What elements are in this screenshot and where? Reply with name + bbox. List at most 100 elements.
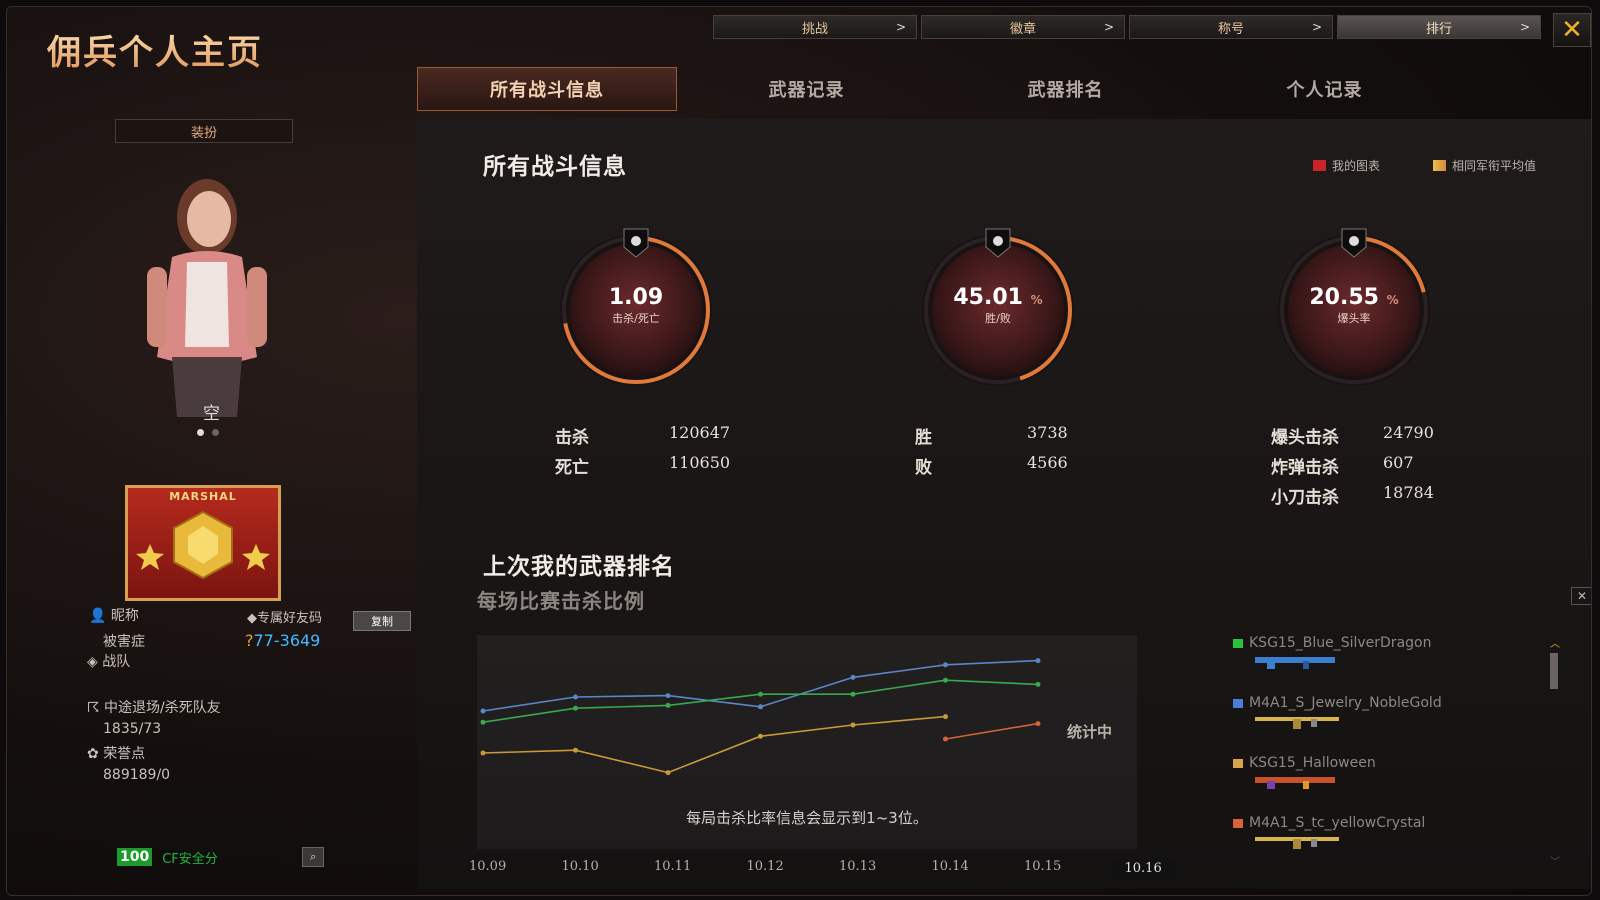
legend-label: 我的图表 bbox=[1332, 159, 1381, 173]
shotgun-icon bbox=[1255, 777, 1335, 789]
legend-swatch bbox=[1233, 698, 1243, 708]
x-tick-label: 10.12 bbox=[746, 859, 784, 874]
losses-row: 败 4566 bbox=[915, 453, 1068, 478]
overview-title: 所有战斗信息 bbox=[483, 154, 627, 180]
pager-dot[interactable] bbox=[197, 429, 204, 436]
safety-score-bar: 100 CF安全分 ⌕ bbox=[117, 847, 325, 867]
quit-value: 1835/73 bbox=[103, 721, 162, 737]
tab-bar: 所有战斗信息 武器记录 武器排名 个人记录 bbox=[417, 67, 1454, 111]
nav-ranking-button[interactable]: 排行 > bbox=[1337, 15, 1541, 39]
series-line bbox=[945, 722, 1039, 740]
nav-title-button[interactable]: 称号 > bbox=[1129, 15, 1333, 39]
nav-badge-button[interactable]: 徽章 > bbox=[921, 15, 1125, 39]
tab-weapon-record[interactable]: 武器记录 bbox=[677, 67, 936, 111]
quit-row: ☈ 中途退场/杀死队友 bbox=[87, 697, 221, 717]
user-icon: 👤 bbox=[89, 608, 107, 624]
stat-value: 120647 bbox=[669, 423, 731, 442]
stat-label: 炸弹击杀 bbox=[1271, 458, 1339, 478]
winrate-label: 胜/败 bbox=[985, 312, 1011, 325]
headshot-value: 20.55 % bbox=[1269, 285, 1439, 310]
stat-value: 110650 bbox=[669, 453, 731, 472]
window-title: 佣兵个人主页 bbox=[47, 25, 263, 74]
help-icon[interactable]: ? bbox=[245, 631, 254, 650]
weapon-name: KSG15_Halloween bbox=[1249, 755, 1376, 771]
x-tick-label: 10.15 bbox=[1024, 859, 1062, 874]
stat-value: 4566 bbox=[1027, 453, 1068, 472]
x-tick-label: 10.14 bbox=[931, 859, 969, 874]
copy-friend-code-button[interactable]: 复制 bbox=[353, 611, 411, 631]
pager-dot[interactable] bbox=[212, 429, 219, 436]
kd-label: 击杀/死亡 bbox=[612, 312, 660, 325]
nav-label: 挑战 bbox=[801, 21, 828, 37]
weapon-item[interactable]: KSG15_Halloween bbox=[1233, 755, 1376, 771]
x-tick-label[interactable]: 10.16 bbox=[1110, 859, 1176, 878]
avatar-pager bbox=[197, 429, 219, 436]
legend-swatch bbox=[1433, 160, 1446, 171]
tag-icon: ◆ bbox=[247, 611, 257, 626]
weapon-item[interactable]: KSG15_Blue_SilverDragon bbox=[1233, 635, 1431, 651]
quit-label: 中途退场/杀死队友 bbox=[104, 700, 221, 716]
nickname-label: 昵称 bbox=[110, 608, 139, 624]
search-icon[interactable]: ⌕ bbox=[302, 847, 325, 867]
dress-up-button[interactable]: 装扮 bbox=[115, 119, 293, 143]
close-button[interactable]: ✕ bbox=[1553, 13, 1591, 47]
winrate-number: 45.01 bbox=[953, 285, 1023, 310]
scroll-down-icon[interactable]: ﹀ bbox=[1550, 858, 1560, 868]
bomb-kills-row: 炸弹击杀 607 bbox=[1271, 453, 1414, 478]
weapon-item[interactable]: M4A1_S_tc_yellowCrystal bbox=[1233, 815, 1425, 831]
avatar-caption: 空 bbox=[203, 404, 220, 424]
legend-swatch bbox=[1233, 758, 1243, 768]
series-line bbox=[482, 715, 946, 774]
character-avatar[interactable] bbox=[117, 157, 297, 417]
tab-weapon-ranking[interactable]: 武器排名 bbox=[936, 67, 1195, 111]
stat-label: 死亡 bbox=[555, 458, 589, 478]
series-line bbox=[482, 679, 1039, 723]
legend-swatch bbox=[1313, 160, 1326, 171]
collapse-close-icon[interactable]: ✕ bbox=[1571, 587, 1591, 605]
nav-challenge-button[interactable]: 挑战 > bbox=[713, 15, 917, 39]
headshot-number: 20.55 bbox=[1309, 285, 1379, 310]
nav-label: 称号 bbox=[1217, 21, 1244, 37]
shield-icon: ◈ bbox=[87, 654, 98, 670]
chevron-right-icon: > bbox=[1519, 20, 1530, 34]
rifle-icon bbox=[1255, 717, 1339, 729]
kd-value: 1.09 bbox=[551, 285, 721, 310]
tab-personal-record[interactable]: 个人记录 bbox=[1195, 67, 1454, 111]
headshot-unit: % bbox=[1386, 293, 1399, 307]
weapon-item[interactable]: M4A1_S_Jewelry_NobleGold bbox=[1233, 695, 1442, 711]
x-tick-label: 10.13 bbox=[839, 859, 877, 874]
weapon-rank-title: 上次我的武器排名 bbox=[483, 554, 675, 580]
kd-value-block: 1.09 击杀/死亡 bbox=[551, 285, 721, 326]
chart-area: 统计中 每局击杀比率信息会显示到1~3位。 bbox=[477, 635, 1137, 849]
stat-label: 小刀击杀 bbox=[1271, 488, 1339, 508]
safety-score: 100 bbox=[117, 848, 153, 866]
nav-label: 排行 bbox=[1425, 21, 1452, 37]
wins-row: 胜 3738 bbox=[915, 423, 1068, 448]
winrate-value-block: 45.01 % 胜/败 bbox=[913, 285, 1083, 326]
chevron-right-icon: > bbox=[1311, 20, 1322, 34]
headshot-value-block: 20.55 % 爆头率 bbox=[1269, 285, 1439, 326]
stat-value: 607 bbox=[1383, 453, 1414, 472]
series-line bbox=[482, 659, 1039, 712]
stat-label: 败 bbox=[915, 458, 932, 478]
stat-label: 击杀 bbox=[555, 428, 589, 448]
star-emblem-icon bbox=[136, 510, 270, 580]
rank-name: MARSHAL bbox=[169, 490, 237, 503]
weapon-name: KSG15_Blue_SilverDragon bbox=[1249, 635, 1432, 651]
weapon-name: M4A1_S_tc_yellowCrystal bbox=[1249, 815, 1426, 831]
scroll-up-icon[interactable]: ︿ bbox=[1550, 640, 1560, 650]
nickname-label-row: 👤 昵称 bbox=[89, 605, 139, 625]
deaths-row: 死亡 110650 bbox=[555, 453, 730, 478]
friend-code-label-row: ◆专属好友码 bbox=[247, 607, 322, 626]
honor-row: ✿ 荣誉点 bbox=[87, 743, 145, 763]
runner-icon: ☈ bbox=[87, 700, 100, 716]
winrate-value: 45.01 % bbox=[913, 285, 1083, 310]
weapon-list-scrollbar[interactable]: ︿ ﹀ bbox=[1550, 640, 1560, 871]
scroll-thumb[interactable] bbox=[1550, 653, 1558, 689]
nav-label: 徽章 bbox=[1009, 21, 1036, 37]
kills-row: 击杀 120647 bbox=[555, 423, 730, 448]
nickname-value: 被害症 bbox=[103, 634, 145, 650]
x-tick-label: 10.11 bbox=[654, 859, 692, 874]
tab-all-battle-info[interactable]: 所有战斗信息 bbox=[417, 67, 677, 111]
knife-kills-row: 小刀击杀 18784 bbox=[1271, 483, 1434, 508]
